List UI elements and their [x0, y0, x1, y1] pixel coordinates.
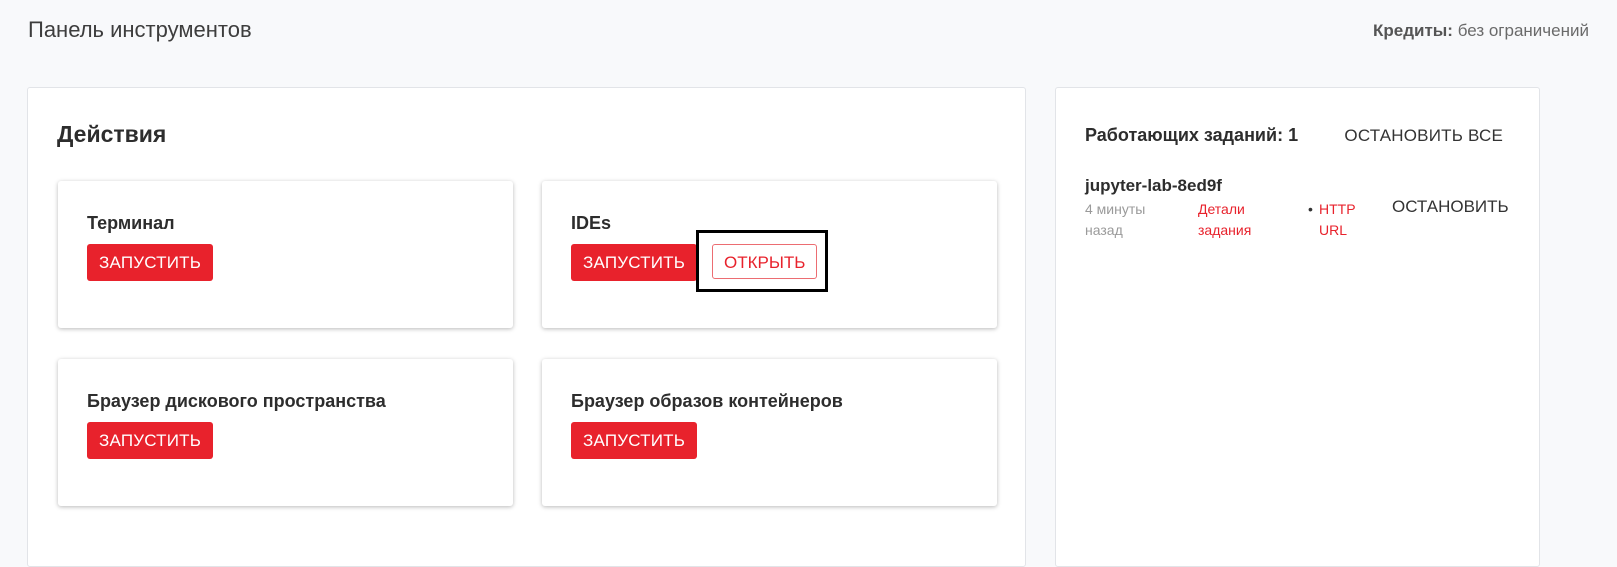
page-title: Панель инструментов — [28, 17, 252, 42]
card-title: Браузер образов контейнеров — [571, 391, 843, 411]
actions-heading: Действия — [57, 121, 167, 147]
job-time: 4 минуты назад — [1085, 201, 1146, 238]
card-title: Браузер дискового пространства — [87, 391, 386, 411]
job-details-link[interactable]: Детали задания — [1198, 199, 1283, 241]
credits-label: Кредиты: — [1373, 21, 1453, 40]
job-name: jupyter-lab-8ed9f — [1085, 176, 1222, 195]
job-http-url-link[interactable]: HTTP URL — [1319, 199, 1369, 241]
actions-panel: Действия Терминал ЗАПУСТИТЬ IDEs ЗАПУСТИ… — [27, 87, 1026, 567]
action-card-ides: IDEs ЗАПУСТИТЬ ОТКРЫТЬ — [542, 181, 997, 328]
open-ides-button[interactable]: ОТКРЫТЬ — [712, 244, 818, 279]
launch-disk-browser-button[interactable]: ЗАПУСТИТЬ — [87, 422, 214, 459]
action-card-disk-browser: Браузер дискового пространства ЗАПУСТИТЬ — [58, 359, 513, 506]
stop-job-button[interactable]: ОСТАНОВИТЬ — [1392, 197, 1509, 217]
card-title: IDEs — [571, 213, 612, 233]
bullet-separator: • — [1308, 201, 1313, 217]
running-jobs-panel: Работающих заданий: 1 ОСТАНОВИТЬ ВСЕ jup… — [1055, 87, 1540, 567]
launch-container-browser-button[interactable]: ЗАПУСТИТЬ — [571, 422, 698, 459]
action-card-terminal: Терминал ЗАПУСТИТЬ — [58, 181, 513, 328]
launch-terminal-button[interactable]: ЗАПУСТИТЬ — [87, 244, 214, 281]
launch-ides-button[interactable]: ЗАПУСТИТЬ — [571, 244, 698, 281]
credits-info: Кредиты: без ограничений — [1373, 21, 1589, 41]
stop-all-button[interactable]: ОСТАНОВИТЬ ВСЕ — [1344, 126, 1503, 146]
card-title: Терминал — [87, 213, 175, 233]
credits-value: без ограничений — [1457, 21, 1589, 40]
running-jobs-heading: Работающих заданий: 1 — [1085, 125, 1299, 145]
action-card-container-browser: Браузер образов контейнеров ЗАПУСТИТЬ — [542, 359, 997, 506]
